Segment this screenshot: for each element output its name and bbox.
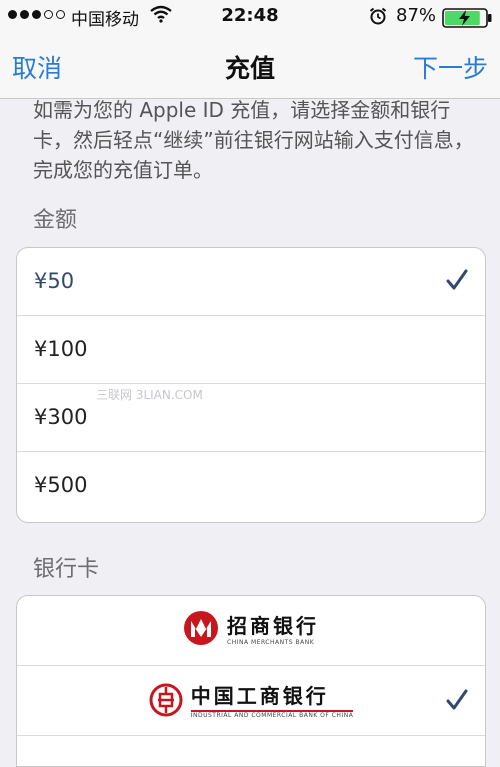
icbc-logo: 中国工商银行 INDUSTRIAL AND COMMERCIAL BANK OF… <box>17 680 485 719</box>
amount-option-300[interactable]: ¥300 <box>17 384 485 452</box>
intro-text: 如需为您的 Apple ID 充值，请选择金额和银行卡，然后轻点“继续”前往银行… <box>33 98 474 182</box>
signal-dot <box>32 10 41 19</box>
cmb-logo: 招商银行 CHINA MERCHANTS BANK <box>17 610 485 646</box>
icbc-emblem-icon <box>149 683 183 716</box>
bank-name: 中国工商银行 <box>190 684 329 708</box>
battery-percent: 87% <box>396 5 437 26</box>
bank-section-label: 银行卡 <box>33 557 100 582</box>
cancel-button[interactable]: 取消 <box>12 49 62 85</box>
bank-option-icbc[interactable]: 中国工商银行 INDUSTRIAL AND COMMERCIAL BANK OF… <box>17 666 485 736</box>
bank-list: 招商银行 CHINA MERCHANTS BANK 中国工商银行 INDUSTR… <box>16 595 486 767</box>
amount-option-50[interactable]: ¥50 <box>17 248 485 316</box>
amount-list: ¥50 ¥100 ¥300 ¥500 <box>16 247 486 523</box>
signal-dot <box>20 10 29 19</box>
amount-option-label: ¥50 <box>34 269 75 293</box>
signal-dot <box>8 10 17 19</box>
bank-option-cmb[interactable]: 招商银行 CHINA MERCHANTS BANK <box>17 596 485 666</box>
amount-option-label: ¥500 <box>34 473 88 497</box>
amount-section-label: 金额 <box>33 208 78 233</box>
signal-dot <box>56 10 65 19</box>
amount-option-label: ¥300 <box>34 405 88 429</box>
status-bar: 中国移动 22:48 87% <box>0 0 500 32</box>
bank-english-name: INDUSTRIAL AND COMMERCIAL BANK OF CHINA <box>190 712 354 719</box>
cmb-emblem-icon <box>184 611 218 645</box>
navigation-bar: 取消 充值 下一步 <box>0 32 500 99</box>
amount-option-500[interactable]: ¥500 <box>17 452 485 520</box>
checkmark-icon <box>445 688 469 716</box>
alarm-clock-icon <box>368 6 388 31</box>
signal-dot <box>44 10 53 19</box>
next-step-button[interactable]: 下一步 <box>413 49 488 85</box>
amount-option-label: ¥100 <box>34 337 88 361</box>
bank-english-name: CHINA MERCHANTS BANK <box>227 639 315 646</box>
watermark: 三联网 3LIAN.COM <box>96 388 203 402</box>
wifi-icon <box>150 5 172 28</box>
battery-icon <box>442 8 494 33</box>
signal-strength-icon <box>8 10 65 19</box>
carrier-name: 中国移动 <box>71 10 139 30</box>
amount-option-100[interactable]: ¥100 <box>17 316 485 384</box>
bank-name: 招商银行 <box>227 614 319 638</box>
checkmark-icon <box>445 268 469 296</box>
